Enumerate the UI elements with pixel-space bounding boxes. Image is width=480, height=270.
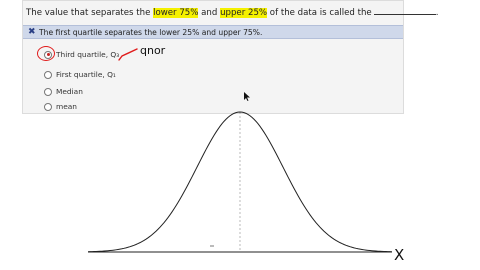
- normal-curve-drawing: [87, 111, 393, 253]
- x-axis-label: X: [394, 246, 405, 264]
